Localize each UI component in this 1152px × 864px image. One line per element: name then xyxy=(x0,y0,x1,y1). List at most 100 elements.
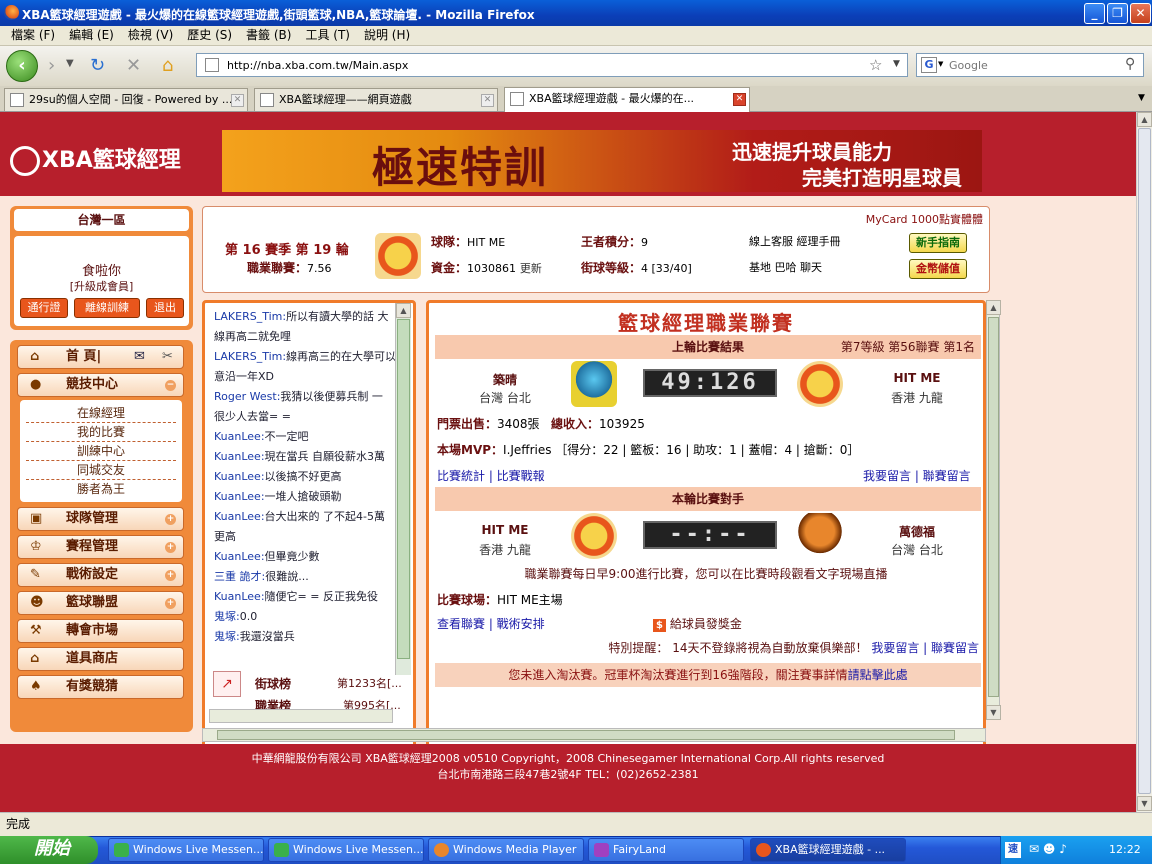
home-icon[interactable]: ⌂ xyxy=(162,55,173,76)
reload-icon[interactable]: ↻ xyxy=(90,55,105,76)
chat-sender[interactable]: 三重 詭才: xyxy=(214,570,265,583)
refresh-link[interactable]: 更新 xyxy=(520,262,542,275)
chat-sender[interactable]: 鬼塚: xyxy=(214,610,240,623)
nav-transfer-market[interactable]: ⚒ 轉會市場 xyxy=(17,619,184,643)
nav-league[interactable]: ☻ 籃球聯盟 + xyxy=(17,591,184,615)
tab-xba-webgame[interactable]: XBA籃球經理——網頁遊戲 ✕ xyxy=(254,88,498,111)
search-bar[interactable]: G ▼ ⚲ xyxy=(916,53,1144,77)
nav-item-shop[interactable]: ⌂ 道具商店 xyxy=(17,647,184,671)
message-links[interactable]: 我要留言 | 聯賽留言 xyxy=(871,641,979,655)
away-team-name[interactable]: HIT ME xyxy=(867,371,967,385)
tab-29su[interactable]: 29su的個人空間 - 回復 - Powered by ... ✕ xyxy=(4,88,248,111)
sub-my-matches[interactable]: 我的比賽 xyxy=(26,423,176,442)
message-links[interactable]: 我要留言 | 聯賽留言 xyxy=(863,467,971,484)
bookmark-star-icon[interactable]: ☆ xyxy=(869,56,882,74)
logout-button[interactable]: 退出 xyxy=(146,298,184,318)
chat-sender[interactable]: KuanLee: xyxy=(214,550,265,563)
nav-team-management[interactable]: ▣ 球隊管理 + xyxy=(17,507,184,531)
search-input[interactable] xyxy=(949,55,1119,75)
taskbar-item-fairyland[interactable]: FairyLand xyxy=(588,838,744,862)
taskbar-item-firefox[interactable]: XBA籃球經理遊戲 - ... xyxy=(750,838,906,862)
expand-icon[interactable]: + xyxy=(165,570,176,581)
next-away-team[interactable]: 萬德福 xyxy=(867,523,967,540)
nav-schedule[interactable]: ♔ 賽程管理 + xyxy=(17,535,184,559)
nav-tactics[interactable]: ✎ 戰術設定 + xyxy=(17,563,184,587)
menu-history[interactable]: 歷史 (S) xyxy=(184,26,235,45)
upgrade-member-link[interactable]: [升級成會員] xyxy=(14,278,189,294)
passport-button[interactable]: 通行證 xyxy=(20,298,68,318)
chat-sender[interactable]: KuanLee: xyxy=(214,470,265,483)
bonus-link[interactable]: $ 給球員發獎金 xyxy=(653,615,742,632)
taskbar-item-messenger-2[interactable]: Windows Live Messen... xyxy=(268,838,424,862)
mail-icon[interactable]: ✉ xyxy=(134,346,145,368)
menu-edit[interactable]: 編輯 (E) xyxy=(66,26,117,45)
mycard-link[interactable]: MyCard 1000點實體體 xyxy=(866,211,983,227)
menu-bookmarks[interactable]: 書籤 (B) xyxy=(243,26,294,45)
search-engine-dropdown-icon[interactable]: ▼ xyxy=(938,60,943,68)
chat-sender[interactable]: LAKERS_Tim: xyxy=(214,350,286,363)
browser-scrollbar[interactable]: ▲ ▼ xyxy=(1136,112,1152,812)
menu-help[interactable]: 說明 (H) xyxy=(361,26,413,45)
chat-scrollbar[interactable]: ▲ xyxy=(395,303,411,675)
scroll-down-arrow[interactable]: ▼ xyxy=(986,705,1001,720)
service-links[interactable]: 線上客服 經理手冊 xyxy=(749,233,841,249)
scroll-up-arrow[interactable]: ▲ xyxy=(396,303,411,318)
tab-close-icon[interactable]: ✕ xyxy=(733,93,746,106)
hscroll-thumb[interactable] xyxy=(217,730,955,740)
scroll-down-arrow[interactable]: ▼ xyxy=(1137,796,1152,811)
chat-sender[interactable]: LAKERS_Tim: xyxy=(214,310,286,323)
chat-sender[interactable]: KuanLee: xyxy=(214,590,265,603)
chat-sender[interactable]: KuanLee: xyxy=(214,510,265,523)
tab-close-icon[interactable]: ✕ xyxy=(481,94,494,107)
back-button[interactable]: ‹ xyxy=(6,50,38,82)
main-scrollbar[interactable]: ▲ ▼ xyxy=(986,300,1001,720)
collapse-icon[interactable]: − xyxy=(165,380,176,391)
nav-home[interactable]: ⌂ 首 頁| ✉ ✂ xyxy=(17,345,184,369)
sub-winner-king[interactable]: 勝者為王 xyxy=(26,480,176,499)
nav-prize-quiz[interactable]: ♠ 有獎競猜 xyxy=(17,675,184,699)
url-dropdown-icon[interactable]: ▼ xyxy=(893,59,900,69)
chat-sender[interactable]: Roger West: xyxy=(214,390,280,403)
tools-icon[interactable]: ✂ xyxy=(162,346,173,368)
chat-sender[interactable]: 鬼塚: xyxy=(214,630,240,643)
gold-topup-button[interactable]: 金幣儲值 xyxy=(909,259,967,279)
expand-icon[interactable]: + xyxy=(165,542,176,553)
scroll-up-arrow[interactable]: ▲ xyxy=(1137,112,1152,127)
tray-icons[interactable]: ✉ ☻ ♪ xyxy=(1029,842,1067,856)
match-stats-links[interactable]: 比賽統計 | 比賽戰報 xyxy=(437,467,545,484)
scroll-thumb[interactable] xyxy=(988,317,999,697)
home-team-name[interactable]: 築晴 xyxy=(455,371,555,388)
page-hscrollbar[interactable] xyxy=(202,728,986,742)
minimize-button[interactable]: _ xyxy=(1084,3,1105,24)
chat-hscrollbar[interactable] xyxy=(209,709,393,723)
url-input[interactable] xyxy=(227,55,867,75)
chat-sender[interactable]: KuanLee: xyxy=(214,450,265,463)
site-logo[interactable]: XBA籃球經理 xyxy=(10,142,181,176)
chat-sender[interactable]: KuanLee: xyxy=(214,490,265,503)
cup-detail-link[interactable]: 請點擊此處 xyxy=(848,668,908,682)
promo-banner[interactable]: 極速特訓 迅速提升球員能力 完美打造明星球員 xyxy=(222,130,982,192)
beginner-guide-button[interactable]: 新手指南 xyxy=(909,233,967,253)
search-icon[interactable]: ⚲ xyxy=(1125,56,1135,72)
forward-button[interactable]: › xyxy=(48,55,55,76)
stop-icon[interactable]: ✕ xyxy=(126,55,141,76)
scroll-thumb[interactable] xyxy=(1138,128,1151,794)
taskbar-item-media-player[interactable]: Windows Media Player xyxy=(428,838,584,862)
google-icon[interactable]: G xyxy=(921,57,937,73)
close-button[interactable]: ✕ xyxy=(1130,3,1151,24)
sub-training-center[interactable]: 訓練中心 xyxy=(26,442,176,461)
tab-list-icon[interactable]: ▼ xyxy=(1138,93,1145,103)
sub-online-managers[interactable]: 在線經理 xyxy=(26,404,176,423)
sub-city-friends[interactable]: 同城交友 xyxy=(26,461,176,480)
chat-sender[interactable]: KuanLee: xyxy=(214,430,265,443)
expand-icon[interactable]: + xyxy=(165,598,176,609)
scroll-thumb[interactable] xyxy=(397,319,410,659)
tab-xba-main[interactable]: XBA籃球經理遊戲 - 最火爆的在... ✕ xyxy=(504,87,750,112)
offline-training-button[interactable]: 離線訓練 xyxy=(74,298,140,318)
menu-file[interactable]: 檔案 (F) xyxy=(8,26,58,45)
tab-close-icon[interactable]: ✕ xyxy=(231,94,244,107)
ime-icon[interactable]: 速 xyxy=(1005,842,1021,858)
nav-arena[interactable]: ● 競技中心 − xyxy=(17,373,184,397)
maximize-button[interactable]: ❐ xyxy=(1107,3,1128,24)
history-dropdown-icon[interactable]: ▼ xyxy=(66,58,74,69)
